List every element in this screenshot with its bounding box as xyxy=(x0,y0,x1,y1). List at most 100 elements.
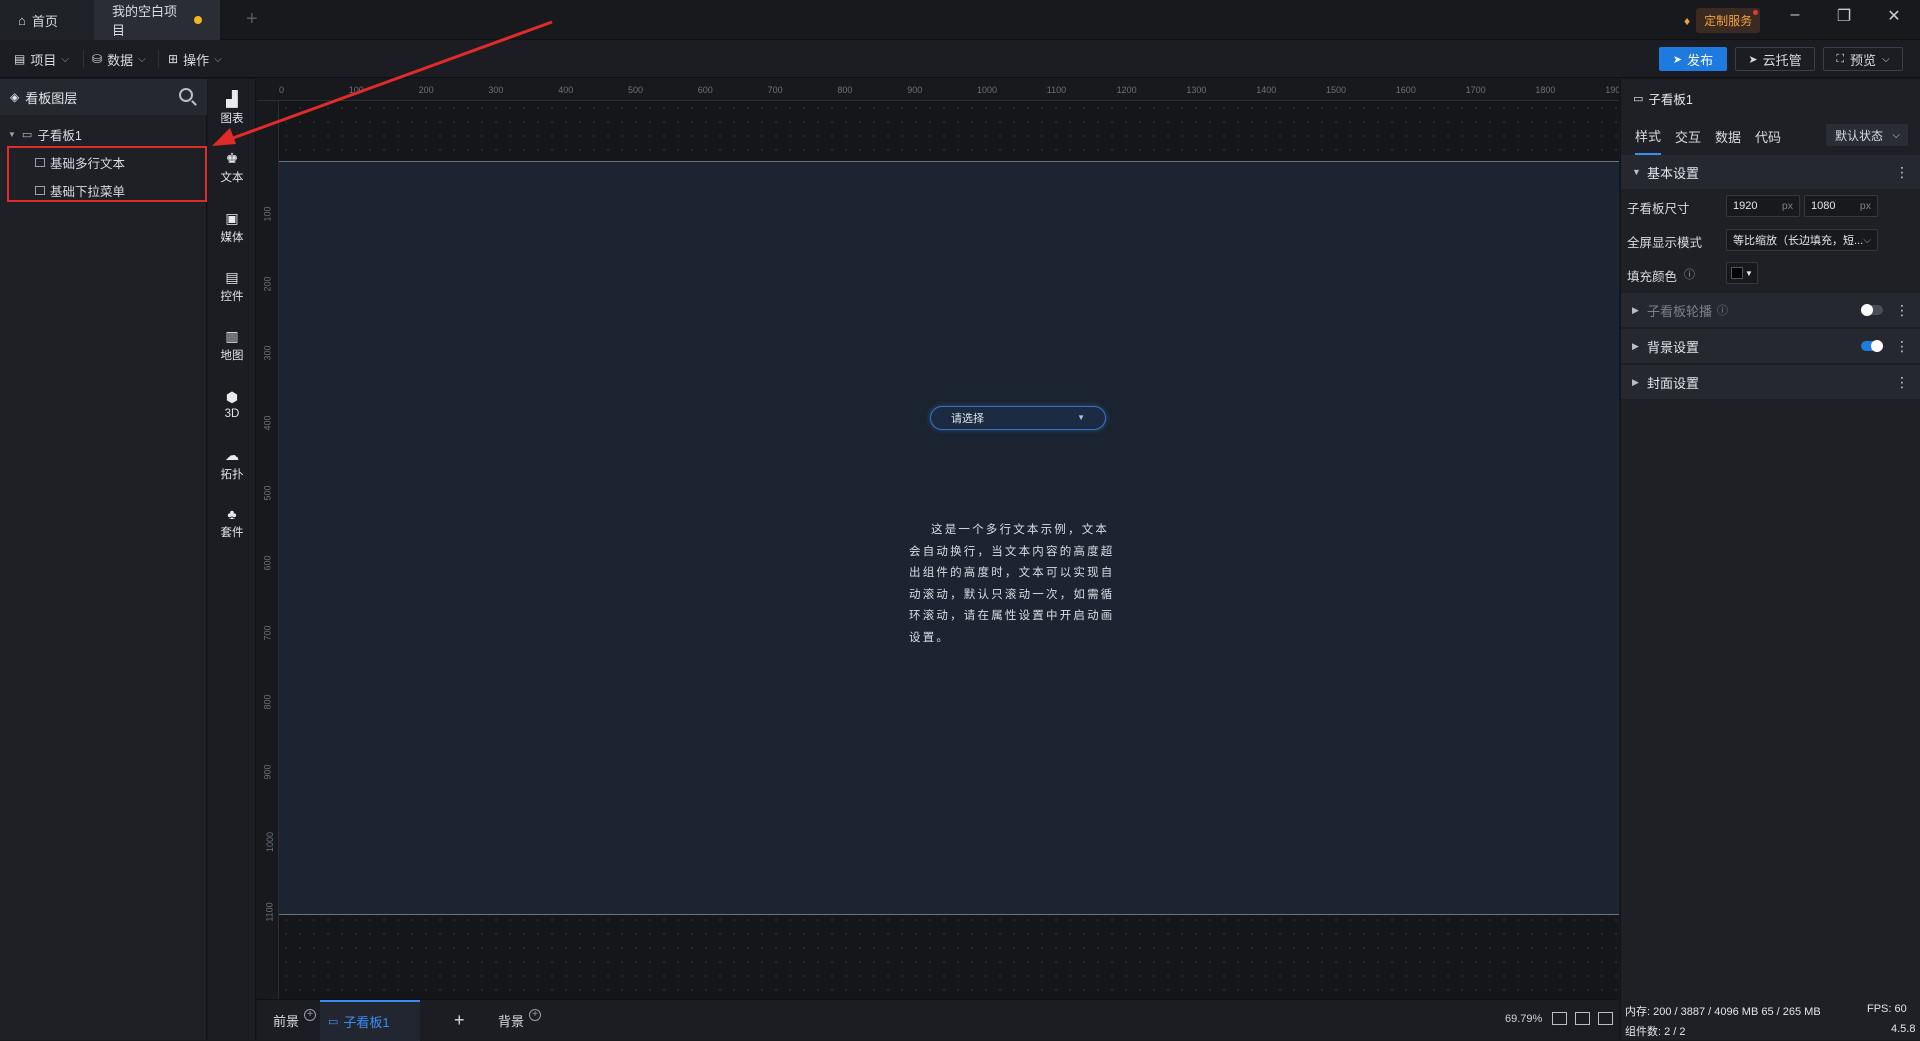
ruler-tick-label: 1500 xyxy=(1326,85,1347,95)
width-value: 1920 xyxy=(1733,200,1758,212)
tab-data[interactable]: 数据 xyxy=(1715,117,1741,154)
restore-icon[interactable]: ❐ xyxy=(1829,6,1859,26)
more-vertical-icon[interactable]: ⋮ xyxy=(1895,374,1909,391)
add-circle-icon[interactable]: + xyxy=(304,1008,317,1021)
controls-icon: ▤ xyxy=(225,268,239,285)
ruler-tick-label: 1000 xyxy=(977,85,998,95)
close-icon[interactable]: ✕ xyxy=(1879,6,1909,26)
tab-style[interactable]: 样式 xyxy=(1635,116,1662,155)
menu-data-label: 数据 xyxy=(107,52,134,68)
add-tab-icon[interactable]: + xyxy=(246,8,258,31)
tab-project[interactable]: 我的空白项目 xyxy=(94,0,220,40)
library-text-label: 文本 xyxy=(220,171,244,184)
menu-operation[interactable]: ⊞ 操作 ⌵ xyxy=(168,48,222,70)
state-select[interactable]: 默认状态 ⌵ xyxy=(1826,124,1908,146)
caret-down-icon: ▼ xyxy=(1745,268,1753,278)
tab-interaction[interactable]: 交互 xyxy=(1675,117,1701,154)
tab-foreground[interactable]: 前景 + xyxy=(265,1000,324,1041)
section-carousel-label: 子看板轮播 xyxy=(1647,303,1713,319)
more-vertical-icon[interactable]: ⋮ xyxy=(1895,338,1909,355)
zoom-level[interactable]: 69.79% xyxy=(1505,1013,1542,1025)
tab-sub-board-label: 子看板1 xyxy=(343,1015,390,1030)
fit-screen-icon[interactable] xyxy=(1552,1012,1567,1025)
carousel-toggle[interactable] xyxy=(1861,304,1883,316)
fullscreen-icon: ⛶ xyxy=(1836,52,1845,65)
fill-color-label: 填充颜色 xyxy=(1627,270,1678,284)
more-vertical-icon[interactable]: ⋮ xyxy=(1895,164,1909,181)
section-carousel[interactable]: ▶ 子看板轮播 ⓘ ⋮ xyxy=(1621,293,1920,327)
layers-header: ◈ 看板图层 xyxy=(0,79,207,115)
fill-color-picker[interactable]: ▼ xyxy=(1726,262,1758,284)
component-library: ▟ 图表 ♚ 文本 ▣ 媒体 ▤ 控件 ▥ 地图 ⬢ 3D ☁ 拓扑 ♣ 套件 xyxy=(208,79,256,1040)
tree-root[interactable]: ▼ ▭ 子看板1 xyxy=(0,122,207,146)
height-input[interactable]: 1080 px xyxy=(1804,195,1878,217)
section-cover[interactable]: ▶ 封面设置 ⋮ xyxy=(1621,365,1920,399)
keyboard-icon[interactable] xyxy=(1575,1012,1590,1025)
ruler-tick-label: 1800 xyxy=(1535,85,1556,95)
multiline-text-component[interactable]: 这是一个多行文本示例，文本会自动换行，当文本内容的高度超出组件的高度时，文本可以… xyxy=(909,520,1121,650)
document-icon: ▤ xyxy=(14,52,26,66)
ruler-tick-label: 200 xyxy=(418,85,434,95)
ruler-tick-label: 300 xyxy=(488,85,504,95)
dropdown-component[interactable]: 请选择 ▼ xyxy=(930,406,1106,430)
memory-status: 内存: 200 / 3887 / 4096 MB 65 / 265 MB xyxy=(1625,1006,1821,1018)
section-background[interactable]: ▶ 背景设置 ⋮ xyxy=(1621,329,1920,363)
library-text[interactable]: ♚ 文本 xyxy=(208,142,256,192)
ruler-tick-label: 100 xyxy=(262,206,273,222)
fullscreen-label: 全屏显示模式 xyxy=(1627,236,1703,250)
chevron-down-icon: ⌵ xyxy=(214,53,222,65)
library-charts[interactable]: ▟ 图表 xyxy=(208,83,256,133)
ruler-tick-label: 400 xyxy=(262,415,273,431)
ruler-tick-label: 0 xyxy=(279,85,285,95)
section-cover-label: 封面设置 xyxy=(1647,375,1700,391)
dashboard-board[interactable]: 请选择 ▼ 这是一个多行文本示例，文本会自动换行，当文本内容的高度超出组件的高度… xyxy=(279,161,1619,915)
menu-data[interactable]: ⛁ 数据 ⌵ xyxy=(92,48,146,70)
library-kits[interactable]: ♣ 套件 xyxy=(208,498,256,548)
menu-project[interactable]: ▤ 项目 ⌵ xyxy=(14,48,69,70)
fullscreen-select[interactable]: 等比缩放（长边填充，短... ⌵ xyxy=(1726,229,1878,251)
ruler-tick-label: 500 xyxy=(628,85,644,95)
tab-background[interactable]: 背景 + xyxy=(490,1000,549,1041)
publish-button[interactable]: ➤ 发布 xyxy=(1659,47,1727,71)
terminal-icon[interactable] xyxy=(1598,1012,1613,1025)
canvas-area[interactable]: 0 100 200 300 400 500 600 700 800 900 1000 1100 1200… xyxy=(257,79,1619,999)
add-circle-icon[interactable]: + xyxy=(529,1008,542,1021)
chevron-down-icon: ⌵ xyxy=(138,53,146,65)
search-icon[interactable] xyxy=(179,88,193,102)
library-topology[interactable]: ☁ 拓扑 xyxy=(208,439,256,489)
ruler-tick-label: 700 xyxy=(262,625,273,641)
library-controls[interactable]: ▤ 控件 xyxy=(208,261,256,311)
tab-home[interactable]: ⌂ 首页 xyxy=(0,0,94,40)
cloud-host-label: 云托管 xyxy=(1762,52,1802,68)
custom-service-button[interactable]: 定制服务 xyxy=(1696,8,1761,33)
preview-label: 预览 xyxy=(1850,52,1877,68)
library-3d[interactable]: ⬢ 3D xyxy=(208,379,256,429)
layers-panel: ◈ 看板图层 ▼ ▭ 子看板1 基础多行文本 基础下拉菜单 xyxy=(0,79,207,1040)
more-vertical-icon[interactable]: ⋮ xyxy=(1895,302,1909,319)
library-map-label: 地图 xyxy=(220,349,244,362)
home-icon: ⌂ xyxy=(18,12,26,28)
fps-status: FPS: 60 xyxy=(1867,1003,1907,1015)
custom-service[interactable]: ♦ 定制服务 xyxy=(1684,8,1761,33)
dropdown-placeholder: 请选择 xyxy=(951,413,984,425)
background-toggle[interactable] xyxy=(1861,340,1883,352)
section-basic[interactable]: ▼ 基本设置 ⋮ xyxy=(1621,155,1920,189)
caret-down-icon: ▼ xyxy=(8,129,16,139)
minimize-icon[interactable]: – xyxy=(1780,6,1810,24)
divider xyxy=(83,50,84,68)
width-input[interactable]: 1920 px xyxy=(1726,195,1800,217)
library-map[interactable]: ▥ 地图 xyxy=(208,320,256,370)
help-icon: ⓘ xyxy=(1717,305,1729,317)
ruler-tick-label: 700 xyxy=(767,85,783,95)
tab-sub-board[interactable]: ▭ 子看板1 xyxy=(320,1000,420,1041)
diamond-icon: ♦ xyxy=(1684,13,1691,28)
cloud-host-button[interactable]: ➤ 云托管 xyxy=(1735,47,1815,71)
library-media[interactable]: ▣ 媒体 xyxy=(208,202,256,252)
add-board-icon[interactable]: + xyxy=(454,1000,465,1041)
database-icon: ⛁ xyxy=(92,52,103,66)
preview-button[interactable]: ⛶ 预览 ⌵ xyxy=(1823,47,1903,71)
ruler-tick-label: 400 xyxy=(558,85,574,95)
help-icon[interactable]: ⓘ xyxy=(1684,266,1695,282)
tab-background-label: 背景 xyxy=(498,1014,525,1029)
tab-code[interactable]: 代码 xyxy=(1755,117,1781,154)
